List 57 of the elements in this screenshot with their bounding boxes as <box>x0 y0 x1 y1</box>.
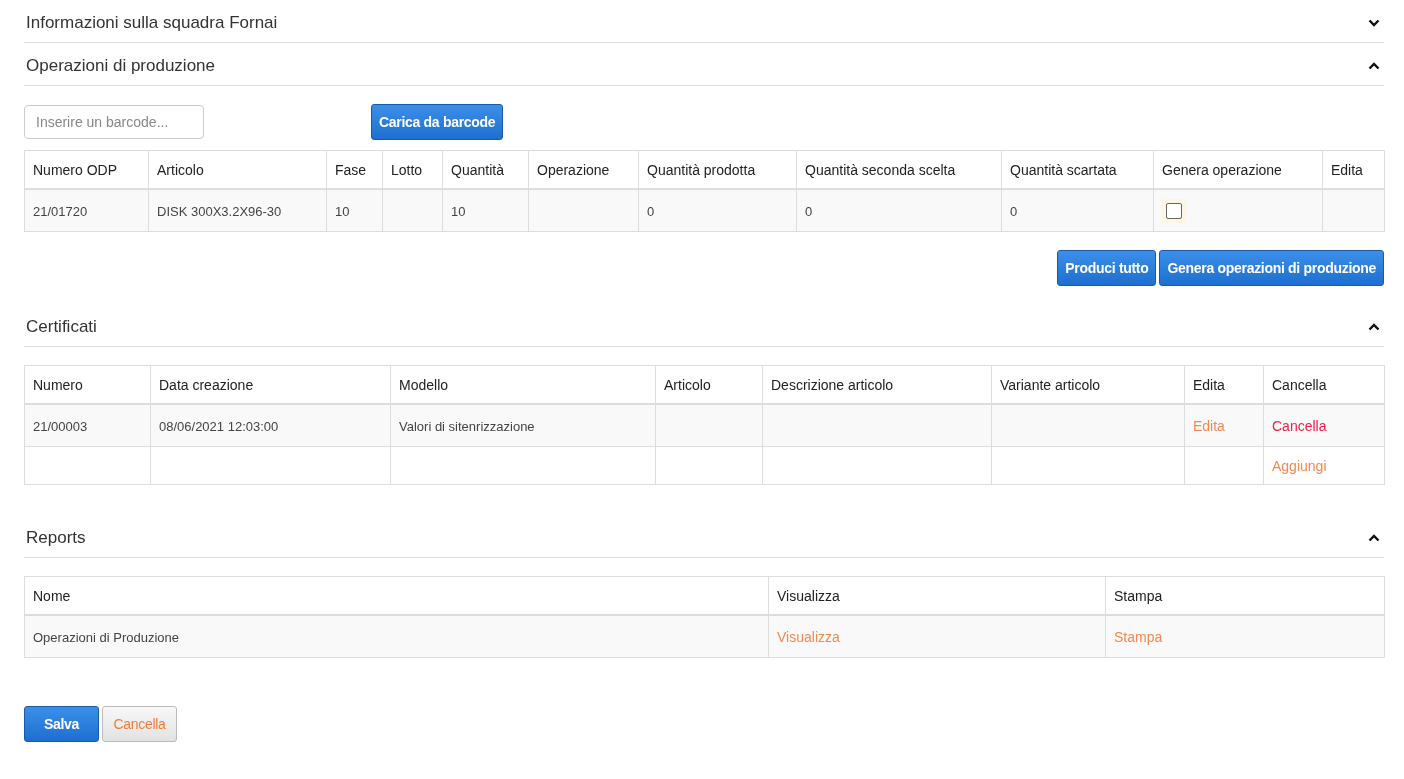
column-header: Quantità prodotta <box>647 161 756 178</box>
column-header: Numero ODP <box>33 161 118 178</box>
table-cell: 21/01720 <box>33 203 88 219</box>
section-title: Reports <box>26 528 86 548</box>
save-button[interactable]: Salva <box>24 706 99 742</box>
column-header: Quantità scartata <box>1010 161 1117 178</box>
column-header: Edita <box>1331 161 1363 178</box>
table-cell: Operazioni di Produzione <box>33 629 179 645</box>
column-header: Modello <box>399 376 449 393</box>
column-header: Numero <box>33 376 83 393</box>
chevron-up-icon <box>1368 534 1380 542</box>
chevron-down-icon <box>1368 19 1380 27</box>
column-header: Quantità <box>451 161 504 178</box>
column-header: Articolo <box>664 376 711 393</box>
checkbox[interactable] <box>1166 202 1182 219</box>
table-cell: 0 <box>647 203 655 219</box>
table-link[interactable]: Stampa <box>1114 628 1163 645</box>
table-cell: 0 <box>1010 203 1018 219</box>
column-header: Variante articolo <box>1000 376 1101 393</box>
barcode-field[interactable]: Inserire un barcode... <box>24 105 204 139</box>
column-header: Descrizione articolo <box>771 376 894 393</box>
load-barcode-button[interactable]: Carica da barcode <box>371 104 504 140</box>
table-link[interactable]: Aggiungi <box>1272 457 1327 474</box>
table-cell: DISK 300X3.2X96-30 <box>157 203 282 219</box>
section-title: Operazioni di produzione <box>26 56 215 76</box>
section-title: Certificati <box>26 317 97 337</box>
section-header[interactable]: Certificati <box>24 304 1384 347</box>
table-link[interactable]: Visualizza <box>777 628 840 645</box>
section-header[interactable]: Operazioni di produzione <box>24 43 1384 86</box>
column-header: Quantità seconda scelta <box>805 161 956 178</box>
column-header: Stampa <box>1114 587 1163 604</box>
table-cell: 08/06/2021 12:03:00 <box>159 418 279 434</box>
section-header[interactable]: Reports <box>24 515 1384 558</box>
section-header[interactable]: Informazioni sulla squadra Fornai <box>24 0 1384 43</box>
column-header: Articolo <box>157 161 204 178</box>
table-cell: 0 <box>805 203 813 219</box>
table-cell: 10 <box>451 203 466 219</box>
column-header: Nome <box>33 587 71 604</box>
column-header: Fase <box>335 161 367 178</box>
chevron-up-icon <box>1368 323 1380 331</box>
action-button[interactable]: Genera operazioni di produzione <box>1159 250 1384 286</box>
table-link[interactable]: Edita <box>1193 417 1225 434</box>
column-header: Operazione <box>537 161 610 178</box>
column-header: Genera operazione <box>1162 161 1282 178</box>
column-header: Lotto <box>391 161 423 178</box>
column-header: Edita <box>1193 376 1225 393</box>
table-cell: 10 <box>335 203 350 219</box>
cancel-button[interactable]: Cancella <box>102 706 177 742</box>
column-header: Visualizza <box>777 587 840 604</box>
table-cell: 21/00003 <box>33 418 88 434</box>
chevron-up-icon <box>1368 62 1380 70</box>
action-button[interactable]: Produci tutto <box>1057 250 1157 286</box>
table-cell: Valori di sitenrizzazione <box>399 418 535 434</box>
column-header: Data creazione <box>159 376 254 393</box>
section-title: Informazioni sulla squadra Fornai <box>26 13 278 33</box>
delete-link[interactable]: Cancella <box>1272 417 1327 434</box>
column-header: Cancella <box>1272 376 1327 393</box>
